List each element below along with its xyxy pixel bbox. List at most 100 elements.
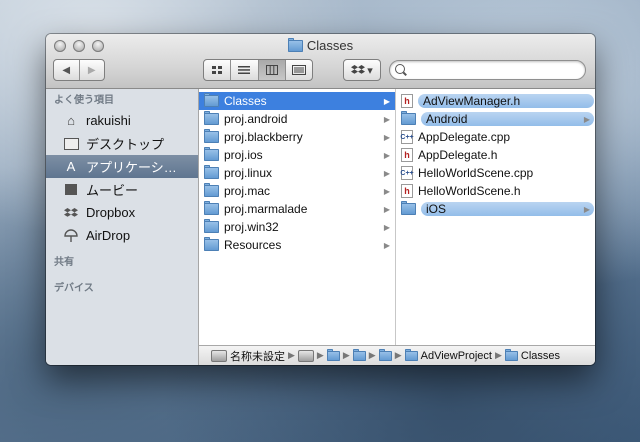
search-field[interactable] [389,60,586,80]
movies-icon [62,182,80,198]
folder-icon [204,219,219,233]
chevron-right-icon: ▶ [383,186,390,196]
folder-icon[interactable] [326,348,340,361]
chevron-right-icon: ▶ [383,222,390,232]
path-bar: 名称未設定 ▶ ▶ ▶ ▶ ▶ AdViewProject ▶ Classes [199,345,595,365]
chevron-right-icon: ▶ [368,350,376,360]
list-item[interactable]: proj.linux ▶ [199,164,395,182]
list-item[interactable]: Android ▶ [396,110,595,128]
chevron-right-icon: ▶ [583,114,590,124]
folder-icon [204,183,219,197]
chevron-right-icon: ▶ [316,350,324,360]
sidebar-item-dropbox[interactable]: Dropbox [46,201,198,224]
sidebar-item-label: rakuishi [86,113,131,128]
list-item[interactable]: proj.android ▶ [199,110,395,128]
sidebar-section-shared: 共有 [54,257,74,268]
list-item[interactable]: h AdViewManager.h [396,92,595,110]
column-view-icon [265,65,278,75]
home-icon: ⌂ [67,113,75,128]
dropbox-icon [351,65,366,74]
path-disk[interactable]: 名称未設定 [230,348,285,364]
list-item[interactable]: C++ AppDelegate.cpp [396,128,595,146]
folder-icon[interactable] [352,348,366,361]
sidebar-item-label: Dropbox [86,205,136,220]
list-item[interactable]: proj.blackberry ▶ [199,128,395,146]
applications-icon: A [66,159,76,174]
chevron-right-icon: ▶ [383,168,390,178]
chevron-right-icon: ▶ [583,204,590,214]
back-forward-buttons: ◀ ▶ [53,59,105,81]
chevron-right-icon: ▶ [383,96,390,106]
folder-icon [504,348,518,361]
disk-icon[interactable] [297,349,314,362]
sidebar-item-label: AirDrop [86,228,131,243]
cpp-file-icon: C++ [400,166,414,180]
sidebar-section-favorites: よく使う項目 [54,95,114,106]
sidebar: よく使う項目 ⌂ rakuishi デスクトップ A アプリケーシ… ムービー … [46,89,199,365]
chevron-right-icon: ▶ [394,350,402,360]
search-input[interactable] [410,63,578,77]
folder-icon[interactable] [378,348,392,361]
coverflow-view-icon [291,65,306,75]
list-view-button[interactable] [230,60,257,80]
sidebar-item-home[interactable]: ⌂ rakuishi [46,109,198,132]
chevron-right-icon: ▶ [383,114,390,124]
chevron-right-icon: ▶ [383,240,390,250]
folder-icon [401,111,416,125]
path-project[interactable]: AdViewProject [421,350,492,362]
chevron-right-icon: ▶ [383,204,390,214]
list-item[interactable]: Classes ▶ [199,92,395,110]
chevron-down-icon: ▾ [367,64,373,77]
header-file-icon: h [401,94,413,108]
folder-icon [204,201,219,215]
folder-icon [404,348,418,361]
chevron-right-icon: ▶ [494,350,502,360]
list-item[interactable]: C++ HelloWorldScene.cpp [396,164,595,182]
list-item[interactable]: h HelloWorldScene.h [396,182,595,200]
sidebar-section-devices: デバイス [54,283,94,294]
icon-view-button[interactable] [204,60,230,80]
sidebar-item-desktop[interactable]: デスクトップ [46,132,198,155]
sidebar-item-label: ムービー [86,183,139,198]
window-title-text: Classes [306,38,354,53]
list-item[interactable]: proj.win32 ▶ [199,218,395,236]
header-file-icon: h [401,148,413,162]
list-item[interactable]: proj.marmalade ▶ [199,200,395,218]
coverflow-view-button[interactable] [284,60,312,80]
chevron-right-icon: ▶ [342,350,350,360]
column-view-button[interactable] [257,60,285,80]
folder-icon [204,111,219,125]
folder-icon [204,93,219,107]
column-classes: h AdViewManager.h Android ▶ C++ AppDelegate… [396,89,595,346]
dropbox-menu-button[interactable]: ▾ [343,59,381,81]
back-button[interactable]: ◀ [54,60,79,80]
folder-icon [204,165,219,179]
finder-window: Classes ◀ ▶ ▾ よく使う項目 ⌂ rakuishi デスクトップ A… [46,34,595,365]
sidebar-item-label: デスクトップ [86,137,165,152]
chevron-right-icon: ▶ [383,150,390,160]
cpp-file-icon: C++ [400,130,414,144]
view-mode-buttons [203,59,313,81]
folder-icon [204,147,219,161]
desktop-icon [62,136,80,152]
chevron-right-icon: ▶ [383,132,390,142]
window-title: Classes [46,37,595,53]
list-item[interactable]: h AppDelegate.h [396,146,595,164]
sidebar-item-movies[interactable]: ムービー [46,178,198,201]
folder-icon [401,201,416,215]
list-item[interactable]: Resources ▶ [199,236,395,254]
sidebar-item-applications[interactable]: A アプリケーシ… [46,155,198,178]
icon-view-icon [212,66,223,74]
folder-icon [204,237,219,251]
sidebar-item-airdrop[interactable]: AirDrop [46,224,198,247]
list-item[interactable]: iOS ▶ [396,200,595,218]
chevron-right-icon: ▶ [288,350,295,360]
forward-button[interactable]: ▶ [78,60,105,80]
dropbox-icon [62,205,80,221]
list-item[interactable]: proj.ios ▶ [199,146,395,164]
folder-icon [204,129,219,143]
path-current[interactable]: Classes [521,350,560,362]
header-file-icon: h [401,184,413,198]
list-item[interactable]: proj.mac ▶ [199,182,395,200]
airdrop-icon [62,228,80,244]
